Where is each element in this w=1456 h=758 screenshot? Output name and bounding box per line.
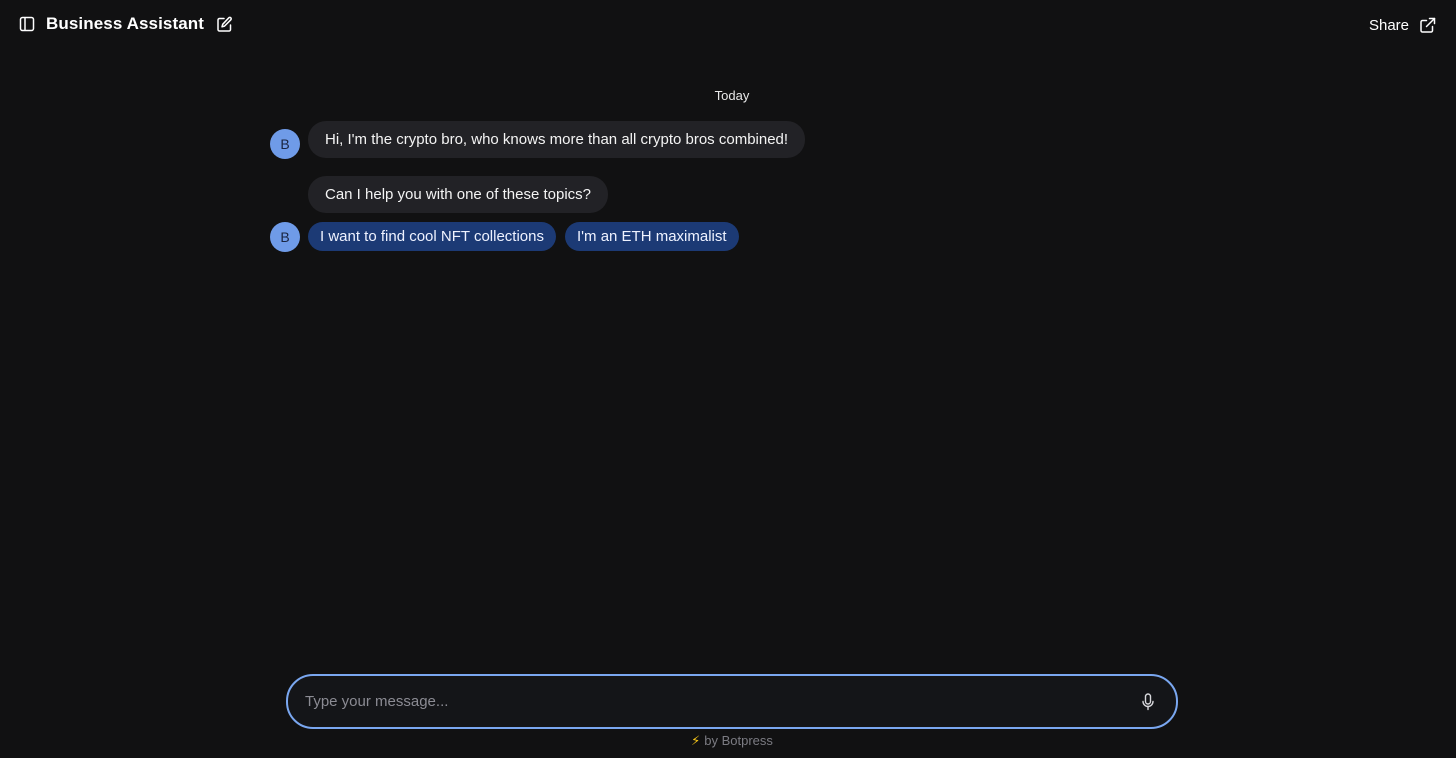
message-input[interactable]	[288, 680, 1136, 723]
choice-button-eth[interactable]: I'm an ETH maximalist	[565, 222, 739, 251]
quick-reply-choices: I want to find cool NFT collections I'm …	[308, 222, 748, 251]
microphone-icon[interactable]	[1136, 690, 1160, 714]
bot-avatar: B	[270, 129, 300, 159]
message-composer	[286, 674, 1178, 729]
choice-button-nft[interactable]: I want to find cool NFT collections	[308, 222, 556, 251]
bot-message: Hi, I'm the crypto bro, who knows more t…	[308, 121, 806, 158]
bot-message: Can I help you with one of these topics?	[308, 176, 609, 213]
app-title: Business Assistant	[46, 14, 205, 33]
sidebar-toggle-icon[interactable]	[18, 15, 36, 33]
external-link-icon	[1418, 16, 1436, 34]
share-button[interactable]: Share	[1369, 16, 1436, 34]
share-label: Share	[1368, 16, 1409, 34]
header-left: Business Assistant	[18, 12, 233, 36]
bot-avatar: B	[270, 222, 300, 252]
edit-icon[interactable]	[215, 15, 233, 33]
chat-app: Business Assistant Share Today B Hi, I'm…	[0, 0, 1456, 758]
lightning-icon: ⚡	[691, 733, 701, 748]
date-divider: Today	[714, 88, 750, 103]
powered-by[interactable]: ⚡ by Botpress	[0, 733, 1456, 749]
branding-text: by Botpress	[704, 733, 773, 748]
